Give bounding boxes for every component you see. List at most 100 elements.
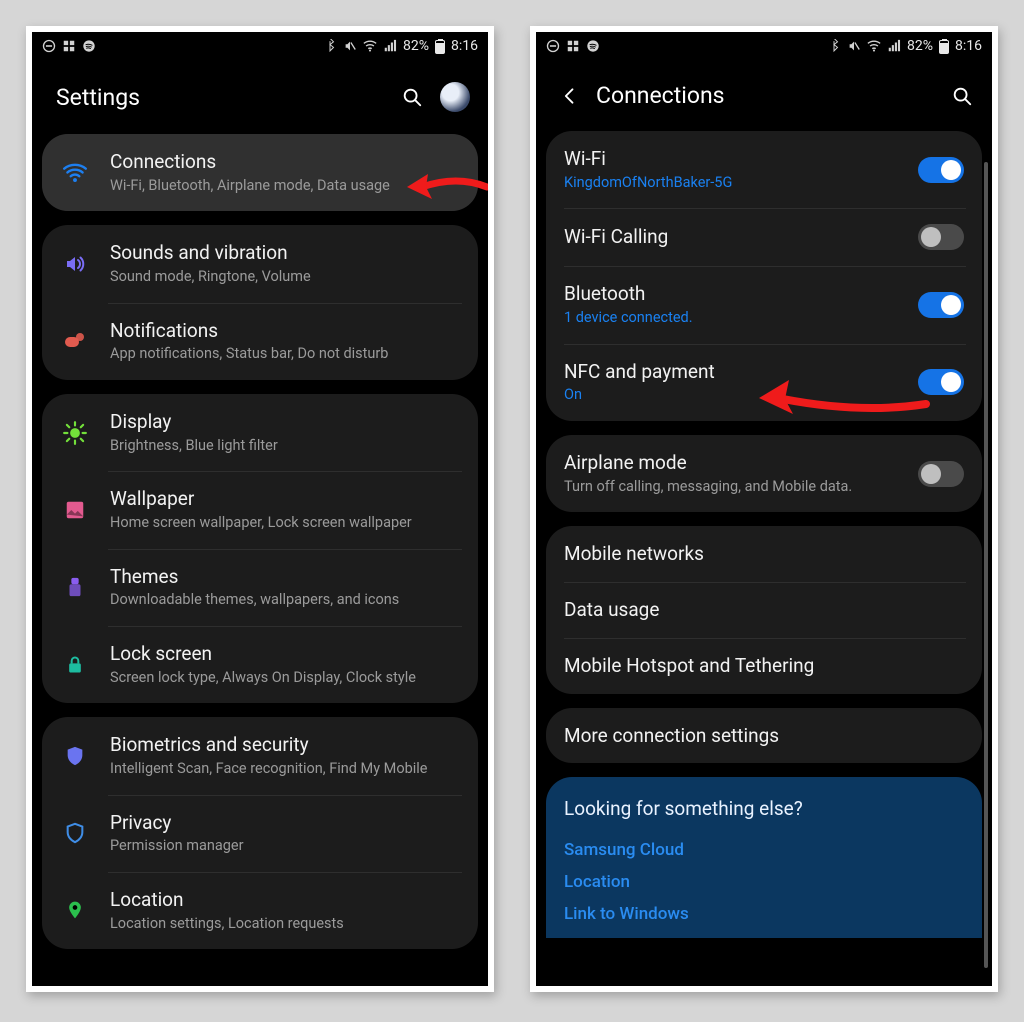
account-avatar[interactable] bbox=[440, 82, 470, 112]
settings-item-themes[interactable]: ThemesDownloadable themes, wallpapers, a… bbox=[42, 549, 478, 626]
connections-group: Airplane modeTurn off calling, messaging… bbox=[546, 435, 982, 512]
item-subtitle: Downloadable themes, wallpapers, and ico… bbox=[110, 590, 460, 610]
bt-icon bbox=[323, 39, 337, 53]
toggle-bluetooth[interactable] bbox=[918, 292, 964, 318]
connections-item-datausage[interactable]: Data usage bbox=[546, 582, 982, 638]
item-subtitle: Home screen wallpaper, Lock screen wallp… bbox=[110, 513, 460, 533]
item-title: Data usage bbox=[564, 598, 964, 622]
dot-icon bbox=[60, 331, 90, 351]
hint-section: Looking for something else? Samsung Clou… bbox=[546, 777, 982, 938]
hint-link[interactable]: Samsung Cloud bbox=[564, 834, 964, 866]
spotify-icon bbox=[82, 39, 96, 53]
settings-group: Biometrics and securityIntelligent Scan,… bbox=[42, 717, 478, 949]
settings-item-privacy[interactable]: PrivacyPermission manager bbox=[42, 795, 478, 872]
item-title: Bluetooth bbox=[564, 282, 898, 306]
mute-icon bbox=[847, 39, 861, 53]
settings-item-location[interactable]: LocationLocation settings, Location requ… bbox=[42, 872, 478, 949]
item-title: Mobile Hotspot and Tethering bbox=[564, 654, 964, 678]
settings-item-notifications[interactable]: NotificationsApp notifications, Status b… bbox=[42, 303, 478, 380]
item-title: Display bbox=[110, 410, 460, 434]
connections-group: Mobile networks Data usage Mobile Hotspot … bbox=[546, 526, 982, 693]
item-subtitle: Sound mode, Ringtone, Volume bbox=[110, 267, 460, 287]
signal-icon bbox=[383, 39, 397, 53]
search-button[interactable] bbox=[950, 84, 974, 108]
item-title: NFC and payment bbox=[564, 360, 898, 384]
settings-group: ConnectionsWi-Fi, Bluetooth, Airplane mo… bbox=[42, 134, 478, 211]
item-subtitle: Turn off calling, messaging, and Mobile … bbox=[564, 477, 898, 497]
lock-icon bbox=[60, 653, 90, 677]
settings-item-lockscreen[interactable]: Lock screenScreen lock type, Always On D… bbox=[42, 626, 478, 703]
toggle-nfc[interactable] bbox=[918, 369, 964, 395]
connections-item-mobilenet[interactable]: Mobile networks bbox=[546, 526, 982, 582]
item-title: Themes bbox=[110, 565, 460, 589]
speaker-icon bbox=[60, 252, 90, 276]
item-subtitle: Wi-Fi, Bluetooth, Airplane mode, Data us… bbox=[110, 176, 460, 196]
settings-item-connections[interactable]: ConnectionsWi-Fi, Bluetooth, Airplane mo… bbox=[42, 134, 478, 211]
item-subtitle: Location settings, Location requests bbox=[110, 914, 460, 934]
back-button[interactable] bbox=[560, 86, 580, 106]
item-subtitle: 1 device connected. bbox=[564, 308, 898, 328]
page-title: Settings bbox=[56, 84, 384, 111]
item-title: Biometrics and security bbox=[110, 733, 460, 757]
hint-link[interactable]: Location bbox=[564, 866, 964, 898]
item-title: Privacy bbox=[110, 811, 460, 835]
item-title: Notifications bbox=[110, 319, 460, 343]
connections-header: Connections bbox=[536, 60, 992, 127]
signal-icon bbox=[887, 39, 901, 53]
item-subtitle: On bbox=[564, 385, 898, 405]
connections-group: Wi-FiKingdomOfNorthBaker-5G Wi-Fi Calling… bbox=[546, 131, 982, 421]
shield-icon bbox=[60, 743, 90, 769]
pin-icon bbox=[60, 897, 90, 923]
scroll-indicator bbox=[984, 162, 988, 968]
settings-group: DisplayBrightness, Blue light filterWall… bbox=[42, 394, 478, 703]
connections-group: More connection settings bbox=[546, 708, 982, 764]
item-title: Location bbox=[110, 888, 460, 912]
item-title: Wi-Fi Calling bbox=[564, 225, 898, 249]
toggle-airplane[interactable] bbox=[918, 461, 964, 487]
bt-icon bbox=[827, 39, 841, 53]
connections-item-more[interactable]: More connection settings bbox=[546, 708, 982, 764]
settings-item-biometrics[interactable]: Biometrics and securityIntelligent Scan,… bbox=[42, 717, 478, 794]
connections-item-wifi[interactable]: Wi-FiKingdomOfNorthBaker-5G bbox=[546, 131, 982, 208]
item-subtitle: Permission manager bbox=[110, 836, 460, 856]
mute-icon bbox=[343, 39, 357, 53]
hint-title: Looking for something else? bbox=[564, 797, 964, 820]
item-subtitle: App notifications, Status bar, Do not di… bbox=[110, 344, 460, 364]
shield-outline-icon bbox=[60, 820, 90, 846]
apps-icon bbox=[566, 39, 580, 53]
dnd-icon bbox=[42, 39, 56, 53]
hint-link[interactable]: Link to Windows bbox=[564, 898, 964, 930]
settings-item-display[interactable]: DisplayBrightness, Blue light filter bbox=[42, 394, 478, 471]
item-subtitle: Screen lock type, Always On Display, Clo… bbox=[110, 668, 460, 688]
toggle-wificalling[interactable] bbox=[918, 224, 964, 250]
page-title: Connections bbox=[596, 82, 934, 109]
item-title: Mobile networks bbox=[564, 542, 964, 566]
connections-item-hotspot[interactable]: Mobile Hotspot and Tethering bbox=[546, 638, 982, 694]
clock: 8:16 bbox=[955, 38, 982, 54]
item-title: Sounds and vibration bbox=[110, 241, 460, 265]
wifi-status-icon bbox=[363, 39, 377, 53]
item-subtitle: Brightness, Blue light filter bbox=[110, 436, 460, 456]
battery-icon bbox=[939, 39, 949, 54]
item-title: Wallpaper bbox=[110, 487, 460, 511]
item-title: Airplane mode bbox=[564, 451, 898, 475]
connections-item-nfc[interactable]: NFC and paymentOn bbox=[546, 344, 982, 421]
toggle-wifi[interactable] bbox=[918, 157, 964, 183]
apps-icon bbox=[62, 39, 76, 53]
wallpaper-icon bbox=[60, 499, 90, 521]
clock: 8:16 bbox=[451, 38, 478, 54]
wifi-status-icon bbox=[867, 39, 881, 53]
item-title: More connection settings bbox=[564, 724, 964, 748]
battery-percent: 82% bbox=[907, 38, 933, 54]
connections-item-airplane[interactable]: Airplane modeTurn off calling, messaging… bbox=[546, 435, 982, 512]
settings-item-sounds[interactable]: Sounds and vibrationSound mode, Ringtone… bbox=[42, 225, 478, 302]
battery-percent: 82% bbox=[403, 38, 429, 54]
item-title: Connections bbox=[110, 150, 460, 174]
connections-item-wificalling[interactable]: Wi-Fi Calling bbox=[546, 208, 982, 266]
settings-item-wallpaper[interactable]: WallpaperHome screen wallpaper, Lock scr… bbox=[42, 471, 478, 548]
connections-screen: 82% 8:16 Connections Wi-FiKingdomOfNorth… bbox=[530, 26, 998, 992]
connections-item-bluetooth[interactable]: Bluetooth1 device connected. bbox=[546, 266, 982, 343]
settings-root-screen: 82% 8:16 Settings ConnectionsWi-Fi, Blue… bbox=[26, 26, 494, 992]
item-subtitle: KingdomOfNorthBaker-5G bbox=[564, 173, 898, 193]
search-button[interactable] bbox=[400, 85, 424, 109]
